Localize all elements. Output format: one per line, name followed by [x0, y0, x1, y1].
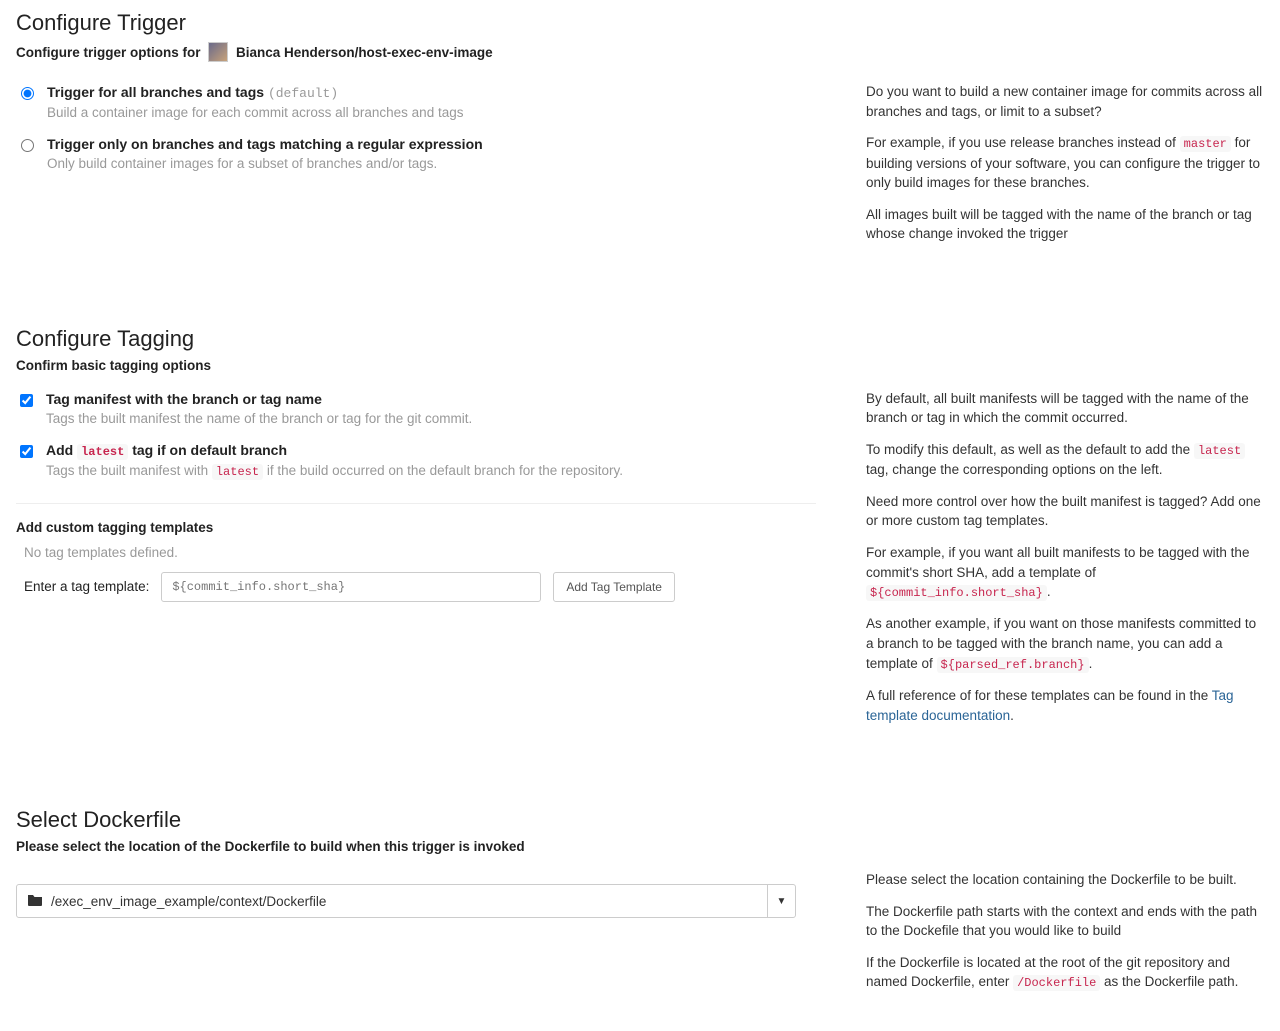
tag-branch-label: Tag manifest with the branch or tag name	[46, 391, 322, 407]
tag-latest-checkbox[interactable]	[20, 445, 33, 458]
dockerfile-path-caret[interactable]: ▼	[767, 885, 795, 917]
code-latest-desc: latest	[212, 464, 263, 480]
configure-trigger-subhead: Configure trigger options for Bianca Hen…	[16, 42, 1264, 62]
tagging-check-branch[interactable]: Tag manifest with the branch or tag name…	[16, 387, 816, 438]
trigger-option-all[interactable]: Trigger for all branches and tags (defau…	[16, 80, 816, 132]
tag-template-label: Enter a tag template:	[16, 579, 149, 594]
configure-tagging-title: Configure Tagging	[16, 326, 1264, 352]
code-dockerfile: /Dockerfile	[1013, 975, 1100, 991]
tag-branch-desc: Tags the built manifest the name of the …	[46, 411, 472, 426]
code-latest-lbl: latest	[77, 444, 128, 460]
configure-trigger-sub-prefix: Configure trigger options for	[16, 45, 201, 60]
tag-branch-checkbox[interactable]	[20, 394, 33, 407]
dockerfile-path-text: /exec_env_image_example/context/Dockerfi…	[51, 894, 326, 909]
code-parsed-ref: ${parsed_ref.branch}	[937, 657, 1089, 673]
code-master: master	[1180, 136, 1231, 152]
tagging-check-latest[interactable]: Add latest tag if on default branch Tags…	[16, 438, 816, 491]
dockerfile-help-p2: The Dockerfile path starts with the cont…	[866, 902, 1264, 941]
select-dockerfile-sub: Please select the location of the Docker…	[16, 839, 1264, 854]
chevron-down-icon: ▼	[777, 896, 787, 907]
dockerfile-help-p1: Please select the location containing th…	[866, 870, 1264, 890]
avatar-icon	[208, 42, 228, 62]
trigger-all-default: (default)	[268, 86, 338, 101]
trigger-regex-desc: Only build container images for a subset…	[47, 156, 483, 171]
trigger-regex-radio[interactable]	[21, 139, 34, 152]
dockerfile-help-p3: If the Dockerfile is located at the root…	[866, 953, 1264, 993]
trigger-regex-label: Trigger only on branches and tags matchi…	[47, 136, 483, 152]
trigger-help-p1: Do you want to build a new container ima…	[866, 82, 1264, 121]
custom-tagging-title: Add custom tagging templates	[16, 520, 816, 535]
tagging-help-p6: A full reference of for these templates …	[866, 686, 1264, 725]
tagging-help-p3: Need more control over how the built man…	[866, 492, 1264, 531]
trigger-option-regex[interactable]: Trigger only on branches and tags matchi…	[16, 132, 816, 183]
dockerfile-path-select[interactable]: /exec_env_image_example/context/Dockerfi…	[16, 884, 796, 918]
configure-trigger-repo: Bianca Henderson/host-exec-env-image	[236, 45, 493, 60]
tag-latest-label: Add latest tag if on default branch	[46, 442, 287, 458]
add-tag-template-button[interactable]: Add Tag Template	[553, 572, 675, 602]
tagging-help-p4: For example, if you want all built manif…	[866, 543, 1264, 603]
configure-tagging-sub: Confirm basic tagging options	[16, 358, 1264, 373]
trigger-help-p3: All images built will be tagged with the…	[866, 205, 1264, 244]
trigger-help-p2: For example, if you use release branches…	[866, 133, 1264, 193]
code-latest-help: latest	[1194, 443, 1245, 459]
dockerfile-path-display[interactable]: /exec_env_image_example/context/Dockerfi…	[17, 885, 767, 917]
custom-tagging-empty: No tag templates defined.	[16, 545, 816, 560]
trigger-all-radio[interactable]	[21, 87, 34, 100]
tagging-help-p2: To modify this default, as well as the d…	[866, 440, 1264, 480]
tag-template-input[interactable]	[161, 572, 541, 602]
configure-trigger-title: Configure Trigger	[16, 10, 1264, 36]
tag-latest-desc: Tags the built manifest with latest if t…	[46, 463, 623, 479]
folder-icon	[27, 893, 43, 910]
tagging-help-p5: As another example, if you want on those…	[866, 614, 1264, 674]
trigger-all-label: Trigger for all branches and tags	[47, 84, 264, 100]
divider	[16, 503, 816, 504]
tagging-help-p1: By default, all built manifests will be …	[866, 389, 1264, 428]
code-short-sha: ${commit_info.short_sha}	[866, 585, 1047, 601]
select-dockerfile-title: Select Dockerfile	[16, 807, 1264, 833]
trigger-all-desc: Build a container image for each commit …	[47, 105, 463, 120]
